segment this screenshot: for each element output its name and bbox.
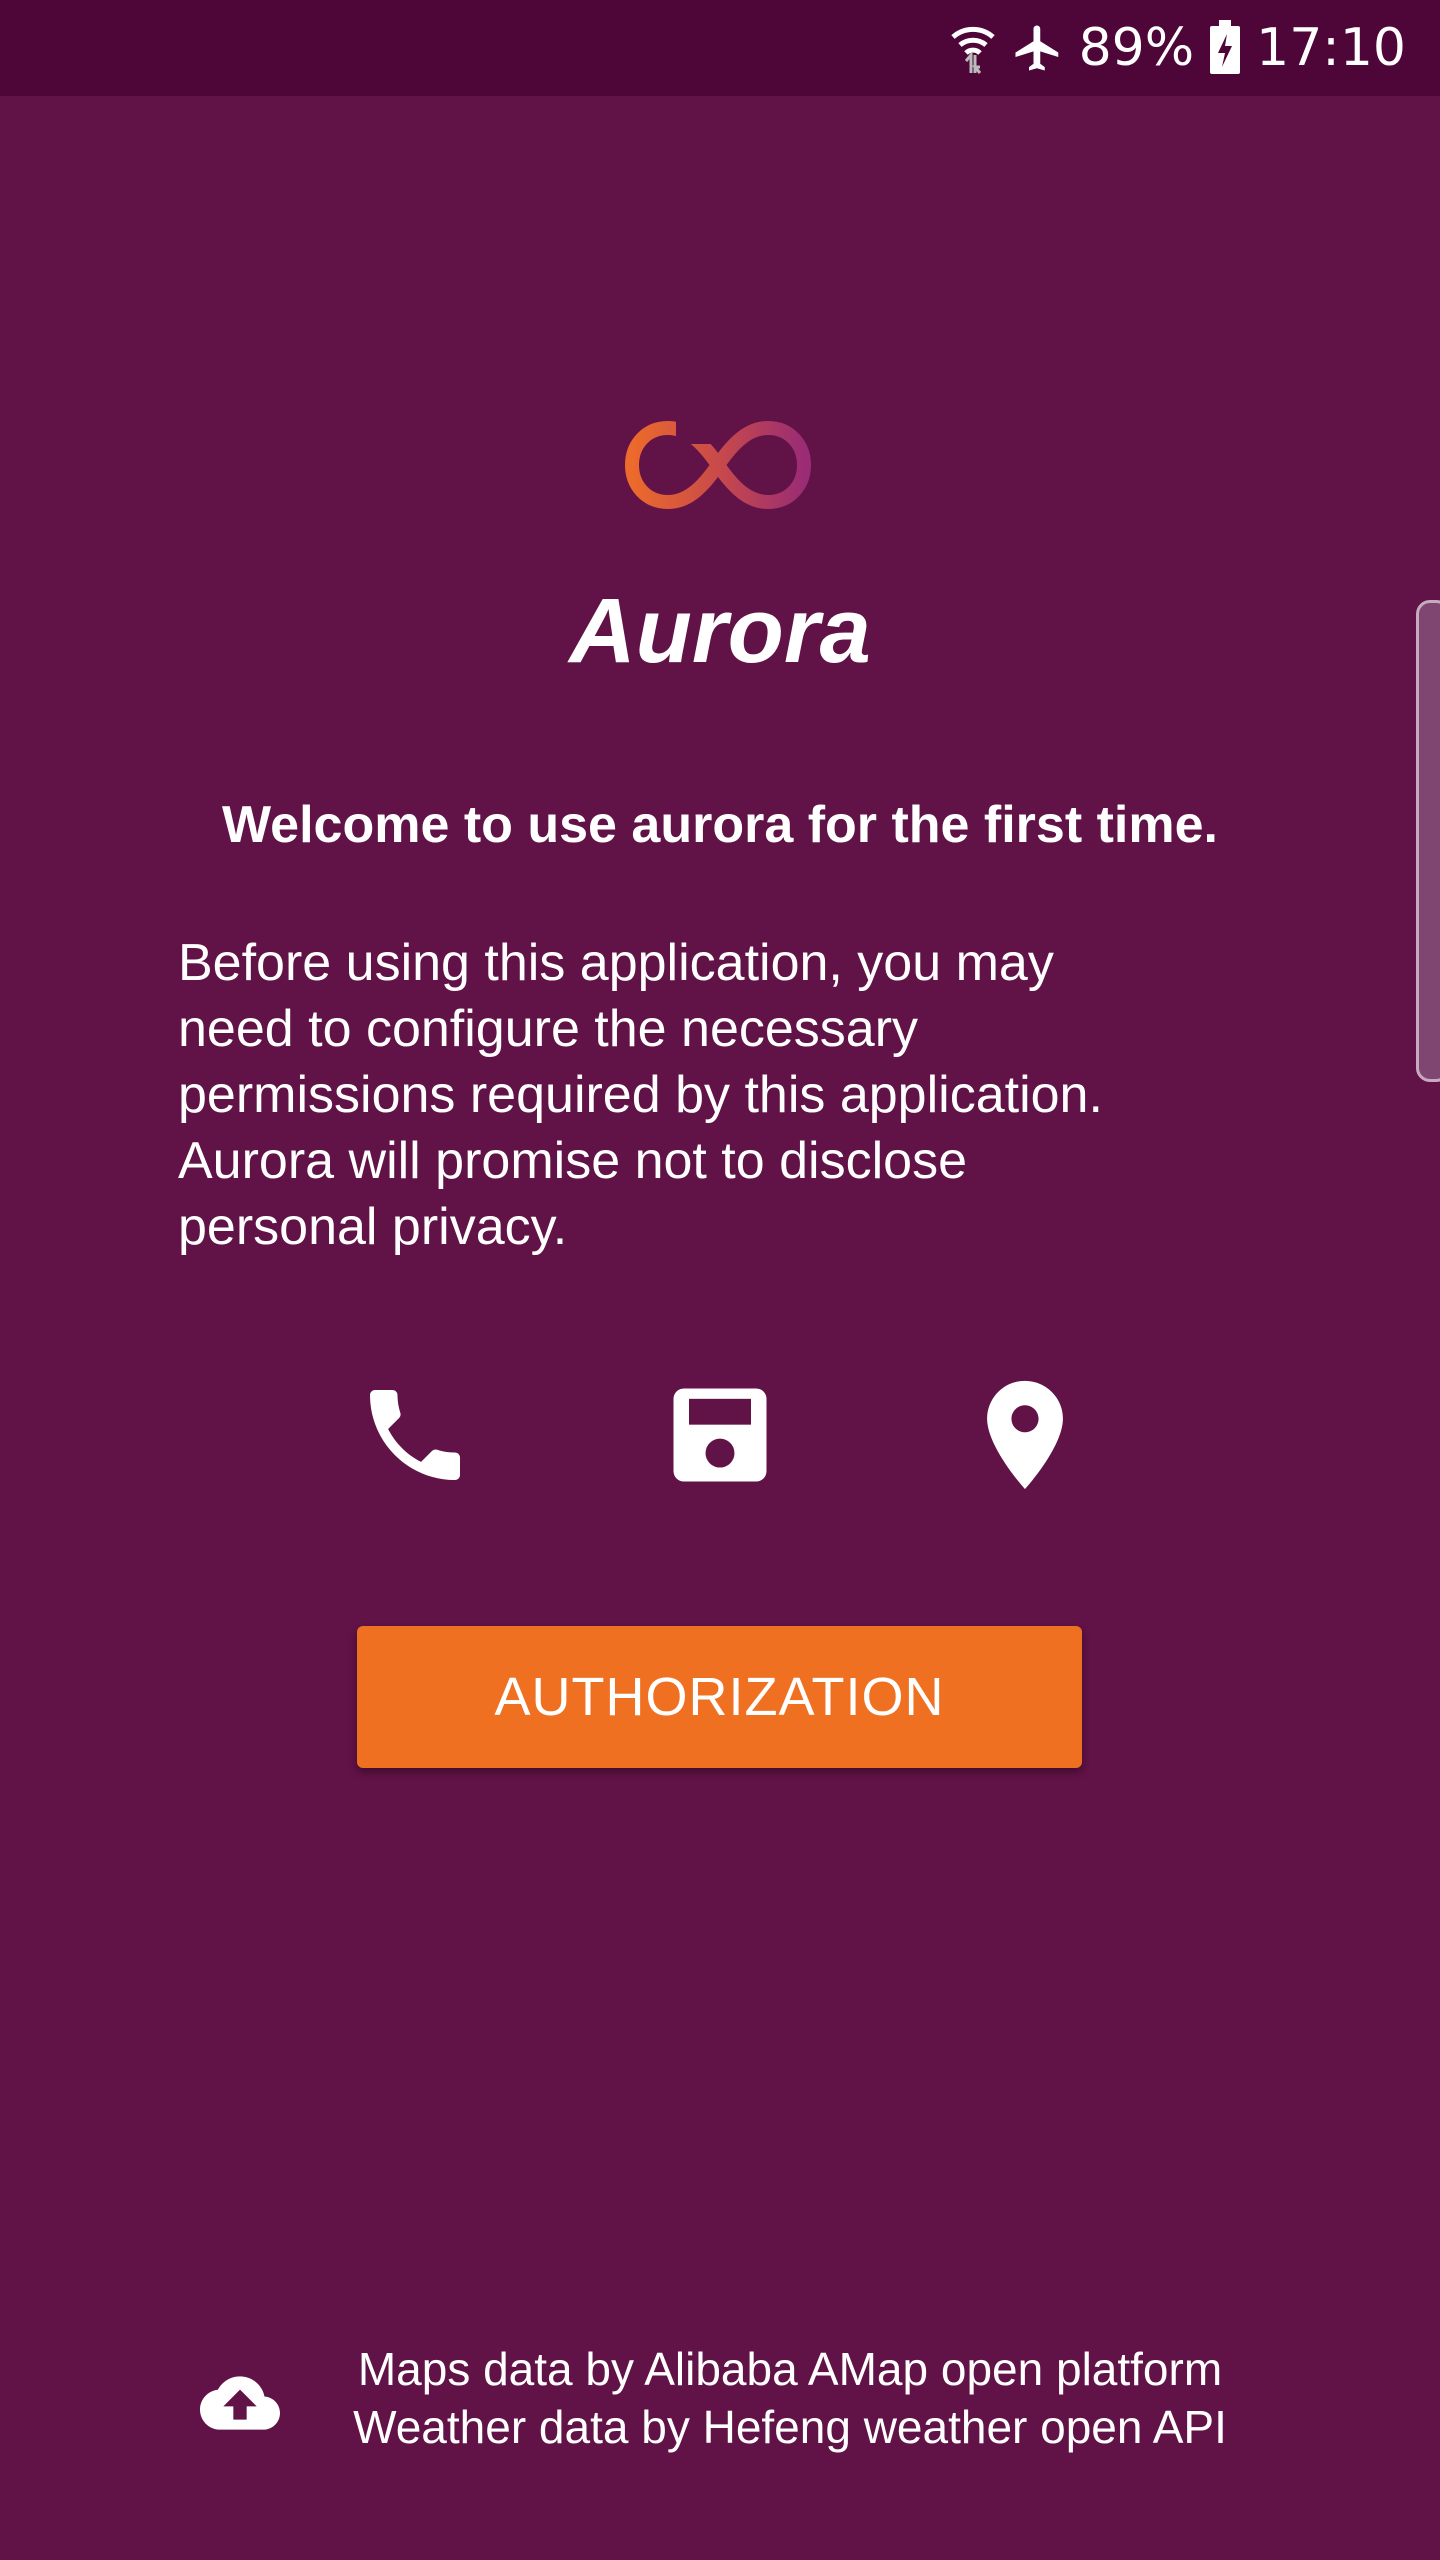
location-icon (960, 1370, 1090, 1500)
wifi-icon (949, 21, 997, 75)
app-title: Aurora (569, 580, 871, 682)
permission-description: Before using this application, you may n… (178, 934, 1103, 1256)
cloud-upload-icon (200, 2368, 280, 2438)
clock: 17:10 (1256, 18, 1406, 78)
battery-percent: 89% (1078, 18, 1195, 78)
phone-icon (350, 1370, 480, 1500)
storage-icon (655, 1370, 785, 1500)
battery-charging-icon (1208, 20, 1242, 76)
welcome-screen: 89% 17:10 Aurora Welcome to use aurora f… (0, 0, 1440, 2560)
data-source-footer: Maps data by Alibaba AMap open platform … (200, 2340, 1300, 2470)
airplane-mode-icon (1011, 21, 1065, 75)
welcome-heading: Welcome to use aurora for the first time… (222, 796, 1218, 854)
permission-icons (0, 1370, 1440, 1500)
authorization-button[interactable]: AUTHORIZATION (357, 1626, 1082, 1768)
maps-data-credit: Maps data by Alibaba AMap open platform (357, 2343, 1223, 2395)
status-bar: 89% 17:10 (0, 0, 1440, 96)
weather-data-credit: Weather data by Hefeng weather open API (353, 2401, 1227, 2453)
infinity-logo-icon (616, 410, 820, 520)
